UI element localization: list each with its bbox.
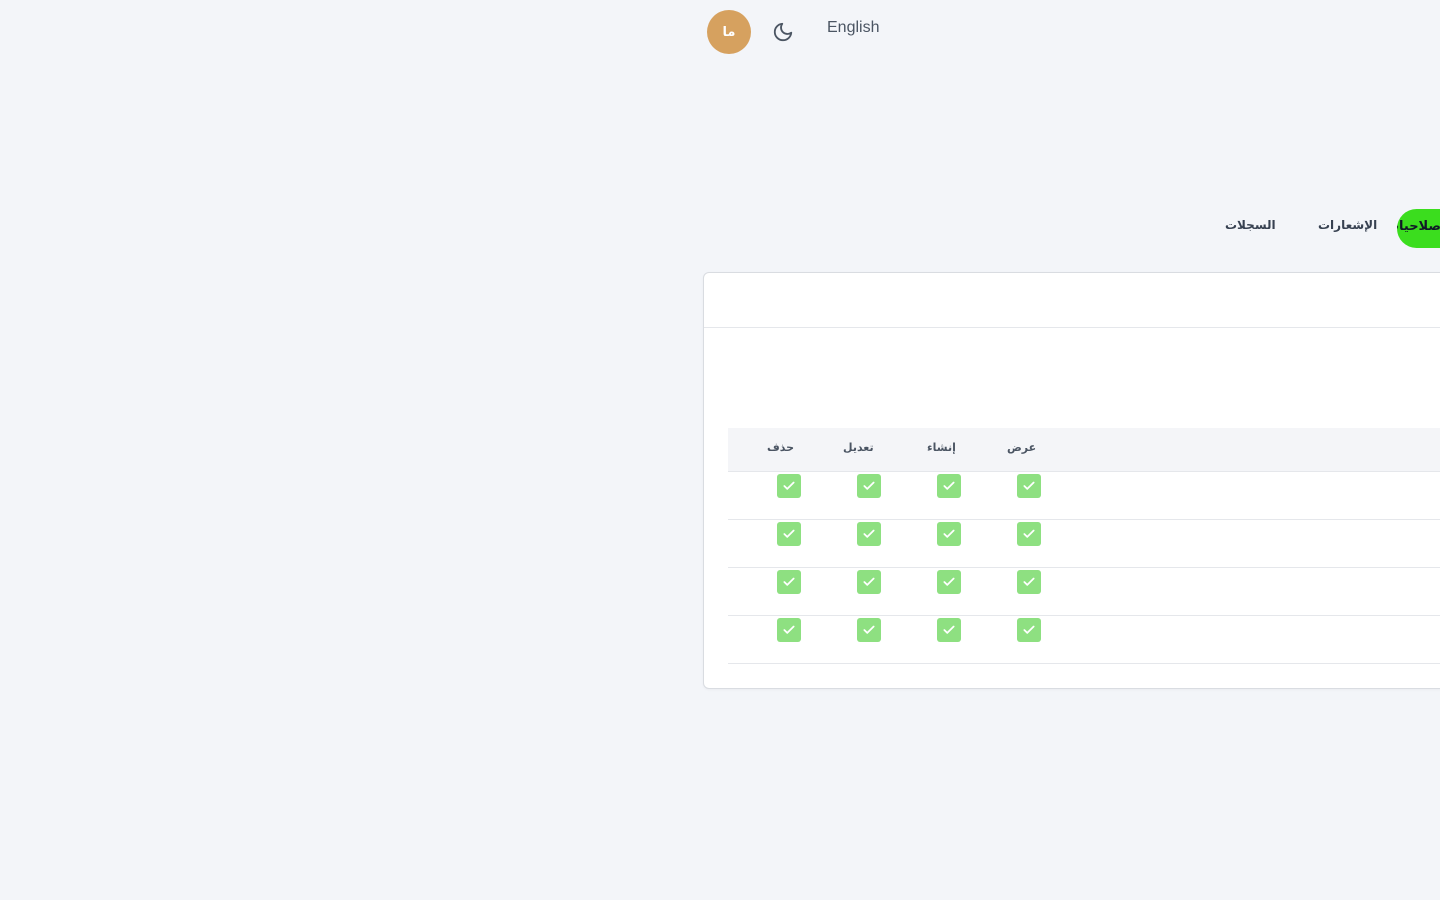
checkbox-edit[interactable] — [857, 618, 881, 642]
checkbox-create[interactable] — [937, 522, 961, 546]
checkbox-view[interactable] — [1017, 618, 1041, 642]
checkbox-edit[interactable] — [857, 570, 881, 594]
checkbox-create[interactable] — [937, 570, 961, 594]
moon-icon — [773, 22, 793, 42]
table-row — [728, 567, 1440, 616]
checkbox-delete[interactable] — [777, 570, 801, 594]
checkbox-view[interactable] — [1017, 474, 1041, 498]
check-icon — [863, 577, 875, 586]
check-icon — [1023, 625, 1035, 634]
check-icon — [863, 529, 875, 538]
checkbox-delete[interactable] — [777, 474, 801, 498]
check-icon — [1023, 481, 1035, 490]
column-header-view: عرض — [1007, 441, 1037, 454]
check-icon — [1023, 577, 1035, 586]
check-icon — [863, 481, 875, 490]
avatar-initials: ما — [722, 24, 736, 40]
tab-permissions-label: صلاحيات — [1397, 219, 1440, 234]
theme-toggle-button[interactable] — [770, 19, 796, 45]
table-row — [728, 519, 1440, 568]
page: ما English السجلات الإشعارات صلاحيات عرض… — [0, 0, 1440, 900]
check-icon — [783, 529, 795, 538]
checkbox-edit[interactable] — [857, 522, 881, 546]
column-header-edit: تعديل — [843, 441, 874, 454]
tab-logs[interactable]: السجلات — [1225, 218, 1276, 232]
checkbox-delete[interactable] — [777, 522, 801, 546]
tab-notifications[interactable]: الإشعارات — [1318, 218, 1377, 232]
check-icon — [943, 625, 955, 634]
check-icon — [1023, 529, 1035, 538]
checkbox-view[interactable] — [1017, 522, 1041, 546]
check-icon — [783, 481, 795, 490]
tab-permissions[interactable]: صلاحيات — [1397, 209, 1440, 248]
table-header-row: عرض إنشاء تعديل حذف — [728, 428, 1440, 472]
checkbox-create[interactable] — [937, 474, 961, 498]
check-icon — [783, 625, 795, 634]
permissions-card: عرض إنشاء تعديل حذف — [703, 272, 1440, 689]
check-icon — [943, 577, 955, 586]
card-header-divider — [704, 327, 1440, 328]
checkbox-edit[interactable] — [857, 474, 881, 498]
check-icon — [943, 481, 955, 490]
checkbox-delete[interactable] — [777, 618, 801, 642]
table-row — [728, 615, 1440, 664]
table-row — [728, 471, 1440, 520]
check-icon — [863, 625, 875, 634]
language-switch-button[interactable]: English — [827, 19, 879, 37]
check-icon — [783, 577, 795, 586]
checkbox-create[interactable] — [937, 618, 961, 642]
check-icon — [943, 529, 955, 538]
checkbox-view[interactable] — [1017, 570, 1041, 594]
user-avatar[interactable]: ما — [707, 10, 751, 54]
column-header-create: إنشاء — [927, 441, 956, 454]
column-header-delete: حذف — [767, 441, 795, 454]
